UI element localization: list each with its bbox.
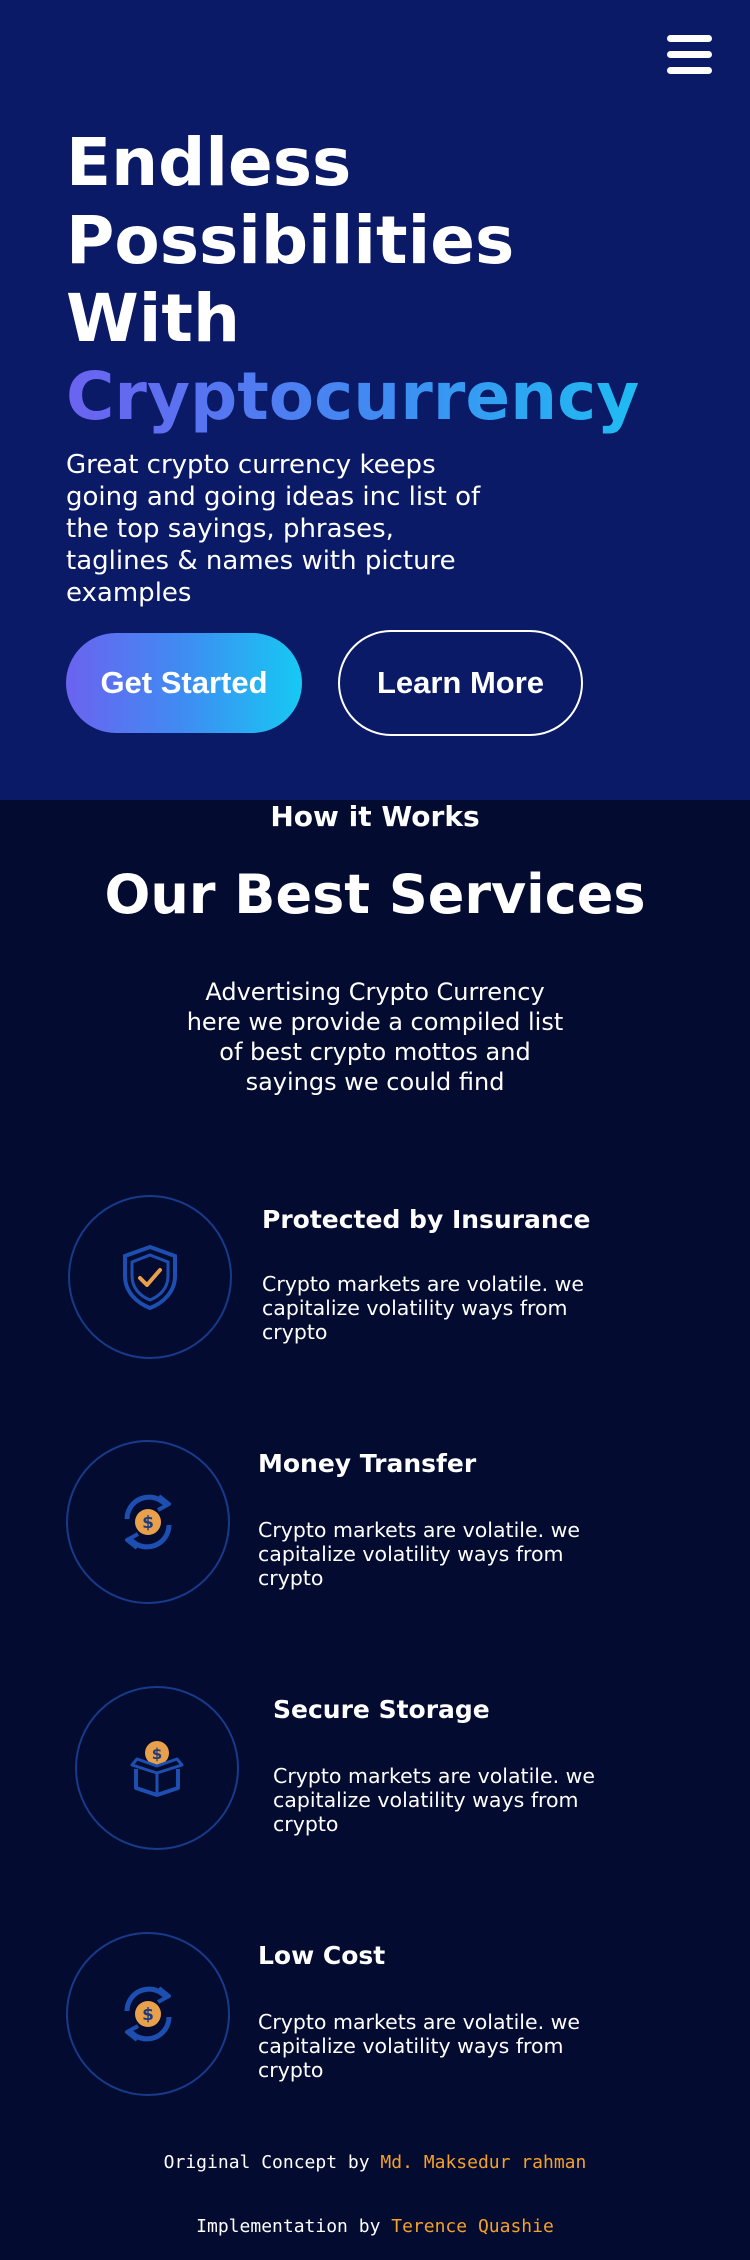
hero-title-line: Possibilities	[66, 202, 515, 279]
hero-section: Endless Possibilities With Cryptocurrenc…	[0, 0, 750, 800]
svg-text:$: $	[152, 1745, 162, 1763]
service-icon-circle	[68, 1195, 232, 1359]
shield-check-icon	[123, 1244, 177, 1311]
section-eyebrow: How it Works	[270, 800, 480, 833]
service-item: Protected by Insurance Crypto markets ar…	[0, 1195, 750, 1365]
service-item: $ Low Cost Crypto markets are volatile. …	[0, 1932, 750, 2102]
credit-concept-name[interactable]: Md. Maksedur rahman	[380, 2152, 586, 2173]
learn-more-button[interactable]: Learn More	[338, 630, 583, 736]
service-icon-circle: $	[66, 1440, 230, 1604]
service-text: Crypto markets are volatile. we capitali…	[258, 1518, 580, 1590]
coin-box-icon: $	[130, 1741, 184, 1797]
hero-subtitle: Great crypto currency keeps going and go…	[66, 450, 481, 608]
service-item: $ Secure Storage Crypto markets are vola…	[0, 1686, 750, 1856]
service-text: Crypto markets are volatile. we capitali…	[262, 1272, 584, 1344]
get-started-button[interactable]: Get Started	[66, 633, 302, 733]
money-transfer-icon: $	[124, 1986, 172, 2042]
hero-title-accent: Cryptocurrency	[66, 358, 706, 436]
hero-title: Endless Possibilities With Cryptocurrenc…	[66, 124, 706, 436]
credit-concept-label: Original Concept by	[163, 2152, 370, 2173]
section-title: Our Best Services	[104, 863, 646, 926]
credit-implementation: Implementation by Terence Quashie	[0, 2215, 750, 2239]
service-icon-circle: $	[75, 1686, 239, 1850]
service-text: Crypto markets are volatile. we capitali…	[273, 1764, 595, 1836]
service-item: $ Money Transfer Crypto markets are vola…	[0, 1440, 750, 1610]
hero-title-line: Endless	[66, 124, 352, 201]
service-title: Protected by Insurance	[262, 1205, 591, 1234]
service-text: Crypto markets are volatile. we capitali…	[258, 2010, 580, 2082]
hamburger-menu-icon[interactable]	[667, 35, 712, 75]
credit-impl-label: Implementation by	[196, 2216, 381, 2237]
service-title: Money Transfer	[258, 1449, 477, 1478]
credit-impl-name[interactable]: Terence Quashie	[391, 2216, 554, 2237]
money-transfer-icon: $	[124, 1494, 172, 1550]
service-title: Low Cost	[258, 1941, 386, 1970]
service-icon-circle: $	[66, 1932, 230, 2096]
svg-text:$: $	[142, 2005, 154, 2025]
hero-title-line: With	[66, 280, 240, 357]
credit-concept: Original Concept by Md. Maksedur rahman	[0, 2151, 750, 2175]
svg-text:$: $	[142, 1513, 154, 1533]
section-description: Advertising Crypto Currency here we prov…	[186, 978, 564, 1096]
service-title: Secure Storage	[273, 1695, 490, 1724]
